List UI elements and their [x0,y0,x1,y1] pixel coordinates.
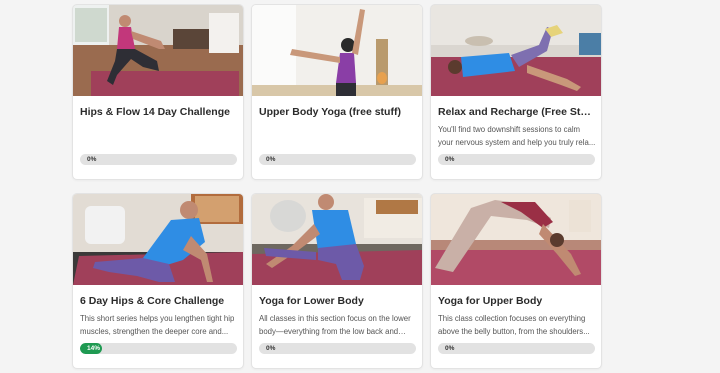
course-description: All classes in this section focus on the… [259,314,411,336]
progress-bar: 0% [438,343,595,354]
course-title[interactable]: Yoga for Upper Body [438,295,596,308]
progress-label: 0% [266,345,276,352]
course-card-lower-body[interactable]: Yoga for Lower Body All classes in this … [251,193,423,369]
course-thumbnail[interactable] [73,5,243,96]
course-title[interactable]: Yoga for Lower Body [259,295,417,308]
progress-label: 14% [87,345,101,352]
course-card-hips-core[interactable]: 6 Day Hips & Core Challenge This short s… [72,193,244,369]
course-thumbnail[interactable] [252,194,422,285]
progress-label: 0% [266,156,276,163]
progress-bar: 0% [80,154,237,165]
progress-label: 0% [445,345,455,352]
course-title[interactable]: Upper Body Yoga (free stuff) [259,106,417,119]
progress-bar: 14% [80,343,237,354]
course-thumbnail[interactable] [252,5,422,96]
course-title[interactable]: Hips & Flow 14 Day Challenge [80,106,238,119]
course-card-upper-body-free[interactable]: Upper Body Yoga (free stuff) 0% [251,4,423,180]
course-card-relax-recharge[interactable]: Relax and Recharge (Free Stuff) You'll f… [430,4,602,180]
course-card-upper-body[interactable]: Yoga for Upper Body This class collectio… [430,193,602,369]
progress-label: 0% [87,156,97,163]
progress-bar: 0% [438,154,595,165]
course-thumbnail[interactable] [431,5,601,96]
progress-label: 0% [445,156,455,163]
course-description: This class collection focuses on everyth… [438,314,590,336]
course-thumbnail[interactable] [431,194,601,285]
course-card-hips-flow[interactable]: Hips & Flow 14 Day Challenge 0% [72,4,244,180]
course-title[interactable]: 6 Day Hips & Core Challenge [80,295,238,308]
progress-bar: 0% [259,154,416,165]
progress-bar: 0% [259,343,416,354]
course-description: This short series helps you lengthen tig… [80,314,235,336]
course-title[interactable]: Relax and Recharge (Free Stuff) [438,106,596,119]
course-description: You'll find two downshift sessions to ca… [438,125,596,147]
course-thumbnail[interactable] [73,194,243,285]
